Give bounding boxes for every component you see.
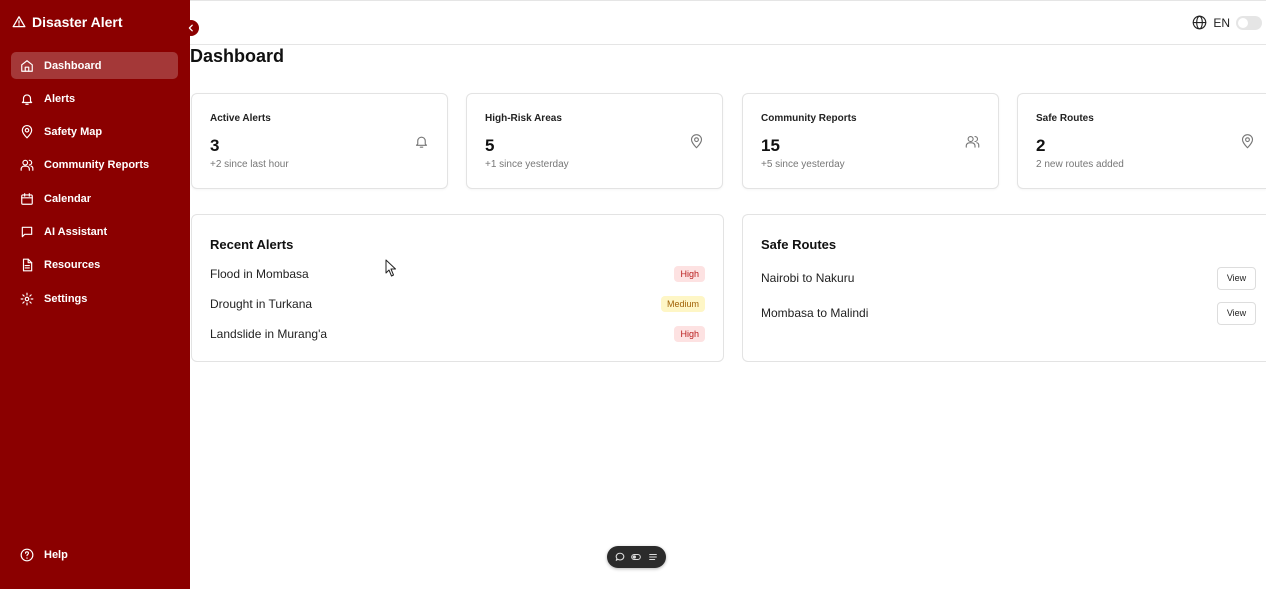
chat-icon[interactable] (615, 552, 625, 562)
stat-subtext: +5 since yesterday (761, 159, 845, 170)
alert-name: Drought in Turkana (210, 297, 313, 311)
page-title: Dashboard (190, 46, 285, 66)
stat-value: 3 (210, 136, 220, 155)
help-circle-icon (20, 548, 34, 562)
sidebar-item-label: Settings (44, 292, 88, 305)
bell-icon (21, 94, 33, 105)
top-bar: EN (190, 0, 1266, 45)
sidebar-collapse-button[interactable] (183, 20, 199, 36)
sidebar-item-ai-assistant[interactable]: AI Assistant (11, 218, 178, 245)
route-name: Mombasa to Malindi (761, 306, 869, 320)
brand[interactable]: Disaster Alert (12, 14, 123, 30)
sidebar-item-label: AI Assistant (44, 225, 108, 238)
sidebar-item-settings[interactable]: Settings (11, 285, 178, 312)
stat-card-community-reports: Community Reports 15 +5 since yesterday (742, 93, 999, 189)
alert-row[interactable]: Flood in Mombasa High (210, 264, 705, 284)
sidebar-nav: Dashboard Alerts Safety Map Community Re… (11, 52, 178, 318)
sidebar-item-label: Community Reports (44, 159, 150, 172)
language-selector[interactable]: EN (1192, 15, 1230, 30)
toggle-icon[interactable] (631, 552, 642, 562)
globe-icon (1193, 15, 1207, 30)
menu-icon[interactable] (648, 552, 658, 562)
sidebar-item-label: Alerts (44, 92, 76, 105)
severity-badge: High (674, 266, 705, 282)
alert-name: Landslide in Murang'a (210, 327, 328, 341)
route-name: Nairobi to Nakuru (761, 271, 855, 285)
stat-title: Community Reports (761, 113, 857, 124)
sidebar-item-label: Resources (44, 259, 101, 272)
severity-badge: Medium (660, 296, 705, 312)
help-label: Help (44, 549, 68, 561)
bell-icon (415, 136, 428, 148)
document-icon (22, 258, 33, 272)
sidebar-item-dashboard[interactable]: Dashboard (11, 52, 178, 79)
users-icon (20, 160, 34, 172)
alert-name: Flood in Mombasa (210, 267, 309, 281)
route-row: Nairobi to Nakuru View (761, 266, 1256, 290)
safe-routes-panel: Safe Routes Nairobi to Nakuru View Momba… (742, 214, 1266, 362)
stat-subtext: 2 new routes added (1036, 159, 1124, 170)
calendar-icon (21, 192, 33, 205)
view-route-button[interactable]: View (1217, 266, 1256, 290)
sidebar-item-label: Dashboard (44, 59, 102, 72)
sidebar-item-community-reports[interactable]: Community Reports (11, 152, 178, 179)
sidebar-item-safety-map[interactable]: Safety Map (11, 119, 178, 146)
panel-title: Safe Routes (761, 237, 837, 252)
chat-icon (21, 226, 33, 238)
sidebar-item-alerts[interactable]: Alerts (11, 85, 178, 112)
home-icon (21, 59, 33, 72)
sidebar-item-label: Safety Map (44, 126, 103, 139)
alert-row[interactable]: Landslide in Murang'a High (210, 324, 705, 344)
stat-card-high-risk-areas: High-Risk Areas 5 +1 since yesterday (466, 93, 723, 189)
stat-card-safe-routes: Safe Routes 2 2 new routes added (1017, 93, 1266, 189)
sidebar-item-label: Calendar (44, 192, 92, 205)
panel-title: Recent Alerts (210, 237, 294, 252)
users-icon (965, 135, 980, 148)
severity-badge: High (674, 326, 705, 342)
map-pin-icon (1241, 134, 1254, 149)
stat-title: Safe Routes (1036, 113, 1094, 124)
alert-row[interactable]: Drought in Turkana Medium (210, 294, 705, 314)
chevron-left-icon (188, 24, 193, 32)
recent-alerts-panel: Recent Alerts Flood in Mombasa High Drou… (191, 214, 724, 362)
theme-toggle[interactable] (1236, 16, 1262, 30)
stat-value: 15 (761, 136, 780, 155)
stat-title: Active Alerts (210, 113, 271, 124)
stat-title: High-Risk Areas (485, 113, 562, 124)
sidebar-item-help[interactable]: Help (20, 548, 68, 562)
stat-value: 2 (1036, 136, 1046, 155)
stat-subtext: +1 since yesterday (485, 159, 569, 170)
mouse-cursor-icon (385, 259, 396, 277)
floating-toolbar (607, 546, 666, 568)
sidebar-item-calendar[interactable]: Calendar (11, 185, 178, 212)
map-pin-icon (690, 134, 703, 149)
gear-icon (20, 292, 34, 305)
route-row: Mombasa to Malindi View (761, 301, 1256, 325)
toggle-knob (1238, 18, 1248, 28)
warning-triangle-icon (12, 16, 26, 28)
view-route-button[interactable]: View (1217, 301, 1256, 325)
stat-card-active-alerts: Active Alerts 3 +2 since last hour (191, 93, 448, 189)
stat-value: 5 (485, 136, 495, 155)
sidebar-item-resources[interactable]: Resources (11, 252, 178, 279)
app-title: Disaster Alert (32, 14, 123, 30)
sidebar: Disaster Alert Dashboard Alerts Safety M… (0, 0, 190, 589)
map-pin-icon (21, 125, 33, 139)
language-label: EN (1213, 15, 1230, 30)
stat-subtext: +2 since last hour (210, 159, 289, 170)
